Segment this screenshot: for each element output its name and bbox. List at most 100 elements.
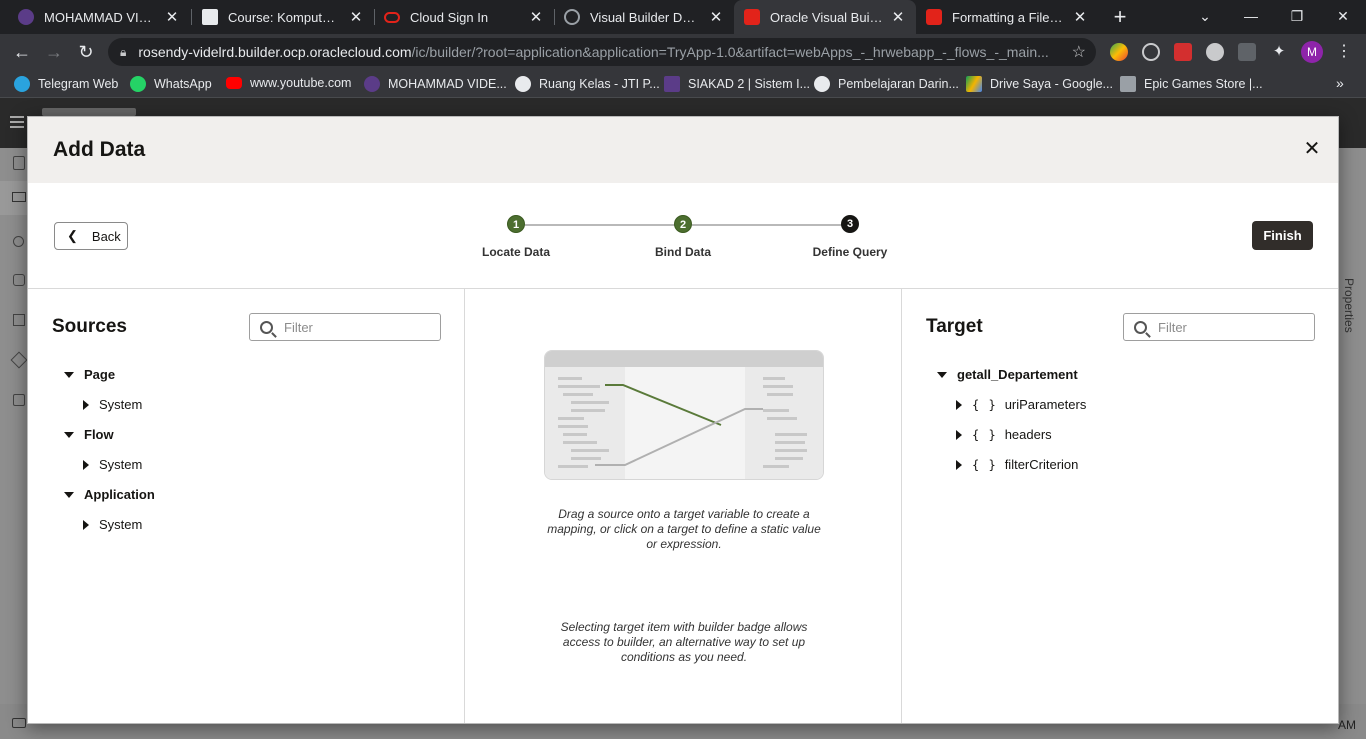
close-tab-icon[interactable]: ✕	[1072, 8, 1088, 26]
structure-icon[interactable]	[10, 351, 28, 369]
browser-tab-5-active[interactable]: Oracle Visual Builder | ✕	[734, 0, 916, 34]
close-tab-icon[interactable]: ✕	[708, 8, 724, 26]
step-1-indicator[interactable]: 1	[507, 215, 525, 233]
properties-tab[interactable]: Properties	[1342, 278, 1356, 333]
extensions-puzzle-icon[interactable]: ✦	[1270, 43, 1288, 61]
epic-games-icon	[1120, 76, 1136, 92]
globe-extension-icon[interactable]	[1142, 43, 1160, 61]
caret-right-icon[interactable]	[956, 459, 962, 470]
caret-down-icon[interactable]	[64, 491, 74, 498]
tree-node-uri-parameters[interactable]: { } uriParameters	[956, 397, 1086, 412]
sources-title: Sources	[52, 316, 127, 337]
profile-avatar[interactable]: M	[1301, 41, 1323, 63]
step-1-label[interactable]: Locate Data	[446, 245, 586, 259]
drag-hint-text: Drag a source onto a target variable to …	[547, 507, 821, 551]
discord-extension-icon[interactable]	[1206, 43, 1224, 61]
bookmark-university[interactable]: MOHAMMAD VIDE...	[364, 76, 507, 92]
browser-tab-3[interactable]: Cloud Sign In ✕	[374, 0, 554, 34]
oracle-icon	[744, 9, 760, 25]
tree-node-flow-system[interactable]: System	[83, 457, 142, 472]
bookmarks-overflow-icon[interactable]: »	[1336, 75, 1344, 91]
address-bar[interactable]: 🔒︎ rosendy-videlrd.builder.ocp.oracleclo…	[108, 38, 1096, 66]
back-arrow-icon[interactable]: ←	[10, 40, 34, 64]
caret-right-icon[interactable]	[956, 429, 962, 440]
bookmark-pembelajaran[interactable]: Pembelajaran Darin...	[814, 76, 959, 92]
step-2-indicator[interactable]: 2	[674, 215, 692, 233]
caret-down-icon[interactable]	[64, 371, 74, 378]
google-drive-icon	[966, 76, 982, 92]
caret-right-icon[interactable]	[83, 459, 89, 470]
dialog-header: Add Data ✕	[28, 117, 1338, 183]
desktop-icon[interactable]	[12, 192, 26, 202]
object-braces-icon: { }	[972, 457, 997, 472]
caret-down-icon[interactable]	[64, 431, 74, 438]
tree-node-application-system[interactable]: System	[83, 517, 142, 532]
bookmark-ruang-kelas[interactable]: Ruang Kelas - JTI P...	[515, 76, 660, 92]
bookmark-telegram[interactable]: Telegram Web	[14, 76, 118, 92]
tree-node-headers[interactable]: { } headers	[956, 427, 1052, 442]
search-icon	[1134, 320, 1147, 334]
close-tab-icon[interactable]: ✕	[164, 8, 180, 26]
browser-tab-2[interactable]: Course: Komputasi Aw ✕	[192, 0, 374, 34]
tree-node-filter-criterion[interactable]: { } filterCriterion	[956, 457, 1078, 472]
browser-tab-4[interactable]: Visual Builder Details ✕	[554, 0, 734, 34]
sources-filter-input[interactable]	[284, 319, 434, 335]
forward-arrow-icon[interactable]: →	[42, 40, 66, 64]
back-button[interactable]: ❮ Back	[54, 222, 128, 250]
object-braces-icon: { }	[972, 427, 997, 442]
component-icon[interactable]	[13, 314, 25, 326]
close-tab-icon[interactable]: ✕	[348, 8, 364, 26]
page-icon[interactable]	[13, 156, 25, 170]
bookmark-epic-games[interactable]: Epic Games Store |...	[1120, 76, 1263, 92]
browser-tab-6[interactable]: Formatting a File for Ir ✕	[916, 0, 1098, 34]
minimize-icon[interactable]: —	[1228, 0, 1274, 34]
reload-icon[interactable]: ↻	[74, 40, 98, 64]
step-3-label[interactable]: Define Query	[780, 245, 920, 259]
step-2-label[interactable]: Bind Data	[613, 245, 753, 259]
video-extension-icon[interactable]	[1174, 43, 1192, 61]
mapping-panel: Drag a source onto a target variable to …	[465, 289, 902, 723]
browser-toolbar: ← → ↻ 🔒︎ rosendy-videlrd.builder.ocp.ora…	[0, 34, 1366, 70]
caret-right-icon[interactable]	[83, 399, 89, 410]
tree-node-page[interactable]: Page	[64, 367, 115, 382]
settings-icon[interactable]	[13, 236, 24, 247]
bookmark-youtube[interactable]: www.youtube.com	[226, 76, 351, 90]
target-filter-input[interactable]	[1158, 319, 1308, 335]
tab-search-icon[interactable]: ⌄	[1182, 0, 1228, 34]
chevron-left-icon: ❮	[67, 228, 78, 243]
tree-node-getall-departement[interactable]: getall_Departement	[937, 367, 1078, 382]
step-3-indicator[interactable]: 3	[841, 215, 859, 233]
bookmark-siakad[interactable]: SIAKAD 2 | Sistem I...	[664, 76, 810, 92]
finish-button[interactable]: Finish	[1252, 221, 1313, 250]
caret-right-icon[interactable]	[83, 519, 89, 530]
screenshot-extension-icon[interactable]	[1238, 43, 1256, 61]
lock-icon[interactable]: 🔒︎	[120, 45, 126, 60]
new-tab-button[interactable]: +	[1108, 5, 1132, 29]
target-filter[interactable]	[1123, 313, 1315, 341]
close-tab-icon[interactable]: ✕	[890, 8, 906, 26]
globe-icon	[515, 76, 531, 92]
bookmark-drive[interactable]: Drive Saya - Google...	[966, 76, 1113, 92]
mapping-illustration	[544, 350, 824, 480]
database-icon[interactable]	[13, 274, 25, 286]
code-icon[interactable]	[13, 394, 25, 406]
browser-tab-1[interactable]: MOHAMMAD VIDELA ✕	[8, 0, 190, 34]
hamburger-icon[interactable]	[10, 116, 24, 118]
close-icon[interactable]: ✕	[1300, 137, 1324, 161]
caret-down-icon[interactable]	[937, 371, 947, 378]
bookmark-star-icon[interactable]: ☆	[1072, 42, 1086, 62]
tree-node-application[interactable]: Application	[64, 487, 155, 502]
restore-icon[interactable]: ❐	[1274, 0, 1320, 34]
extension-icon[interactable]	[1110, 43, 1128, 61]
caret-right-icon[interactable]	[956, 399, 962, 410]
globe-icon	[564, 9, 580, 25]
bookmark-whatsapp[interactable]: WhatsApp	[130, 76, 212, 92]
tree-node-page-system[interactable]: System	[83, 397, 142, 412]
message-icon[interactable]	[12, 718, 26, 728]
window-close-icon[interactable]: ✕	[1320, 0, 1366, 34]
tree-node-flow[interactable]: Flow	[64, 427, 114, 442]
sources-filter[interactable]	[249, 313, 441, 341]
browser-menu-icon[interactable]: ⋮	[1334, 41, 1354, 61]
telegram-icon	[14, 76, 30, 92]
close-tab-icon[interactable]: ✕	[528, 8, 544, 26]
